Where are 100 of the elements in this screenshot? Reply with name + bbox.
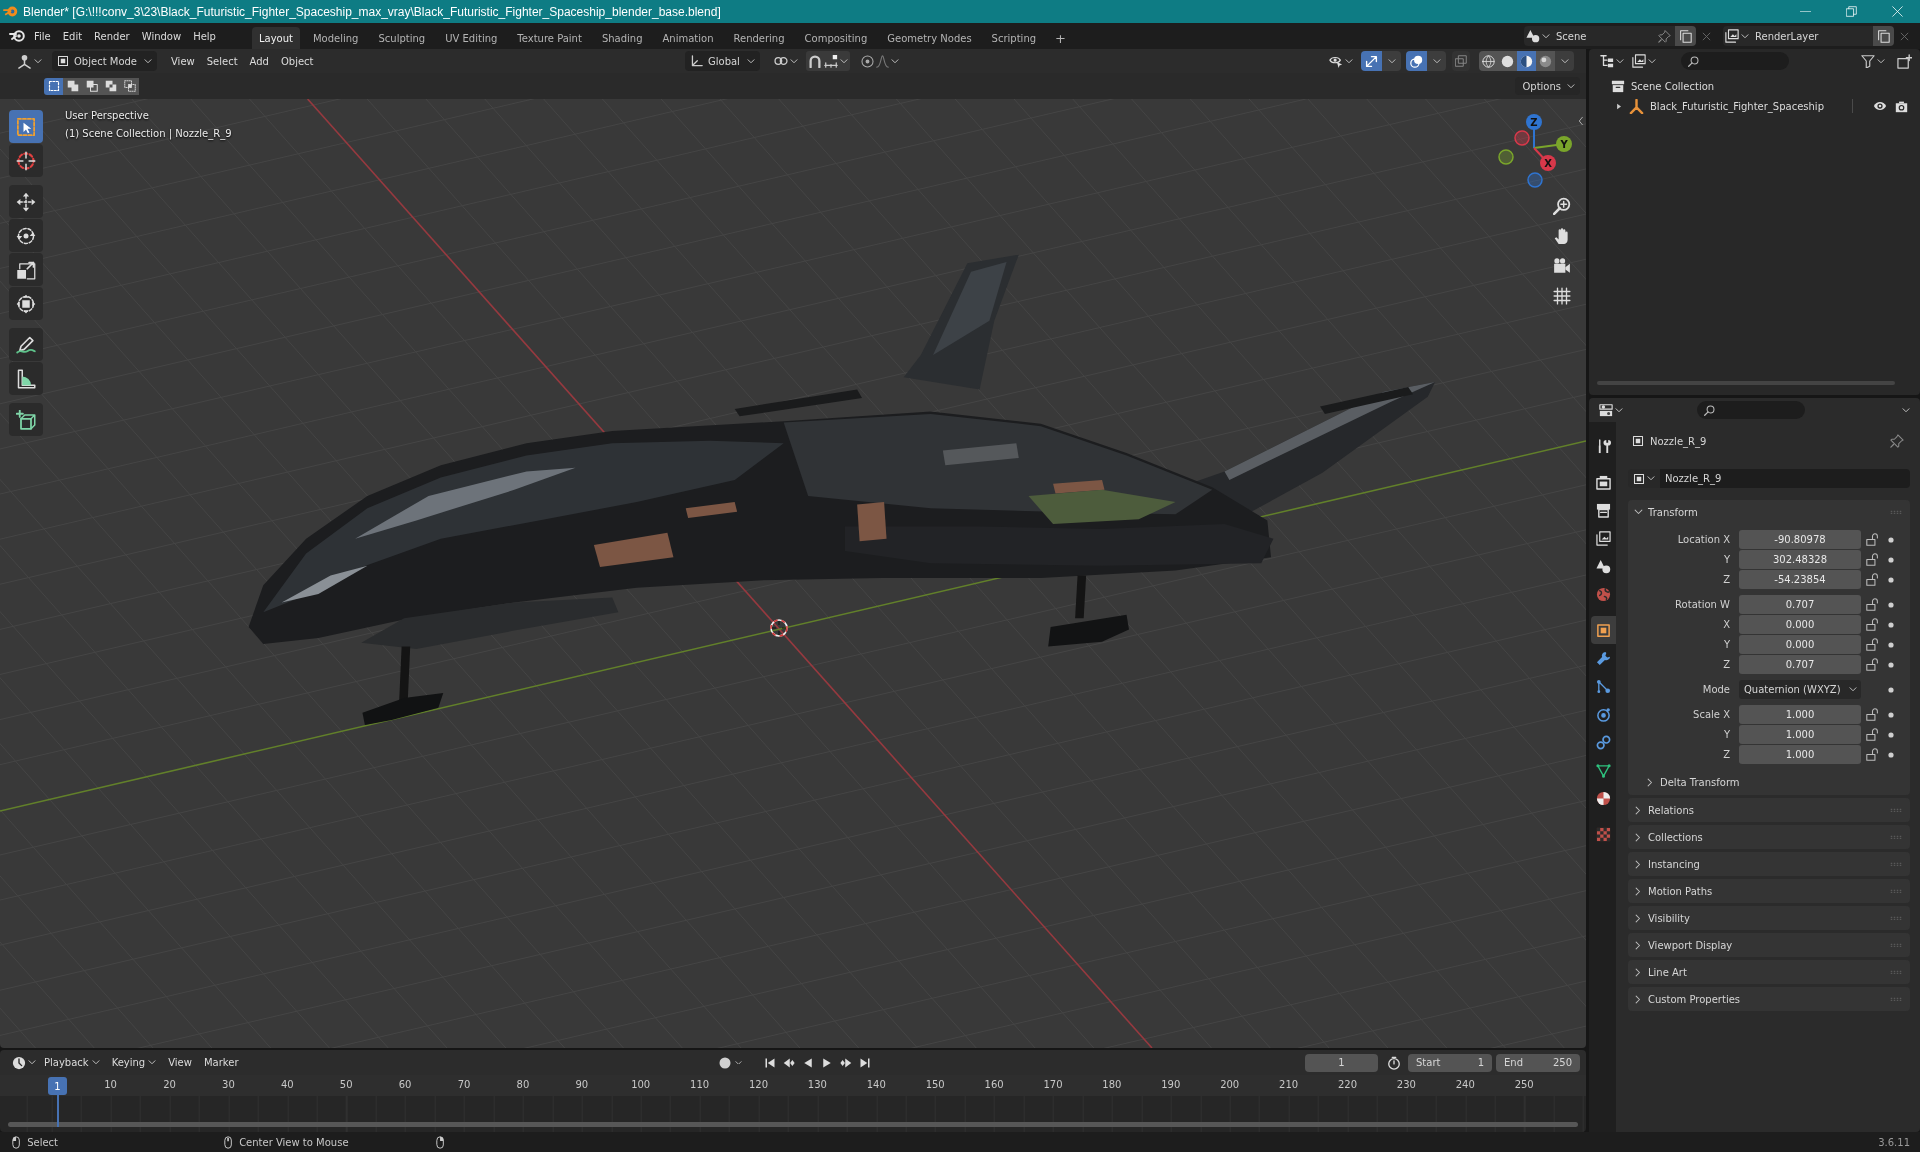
panel-header[interactable]: Visibility [1628,906,1890,930]
view-layer-filter-button[interactable] [1630,51,1658,71]
camera-icon[interactable] [1553,257,1571,275]
eye-icon[interactable] [1873,99,1887,113]
subpanel-header[interactable]: Delta Transform [1645,776,1740,788]
camera-icon[interactable] [1895,99,1908,113]
number-field[interactable]: 302.48328 [1739,550,1861,569]
workspace-tab[interactable]: Geometry Nodes [880,27,979,49]
scene-field[interactable]: Scene [1552,26,1675,46]
number-field[interactable]: 0.707 [1739,655,1861,674]
menu-item[interactable]: Add [243,51,275,71]
new-view-layer-button[interactable] [1873,26,1894,46]
number-field[interactable]: -90.80978 [1739,530,1861,549]
padlock-open-icon[interactable] [1866,598,1879,611]
overlay-toggle[interactable] [1406,51,1427,71]
negative-axis-button[interactable] [1498,149,1514,165]
number-field[interactable]: 1.000 [1739,705,1861,724]
tool-button[interactable] [9,328,43,361]
tool-button[interactable] [9,144,43,177]
menu-item[interactable]: File [28,26,57,46]
shading-mode-button[interactable] [1536,51,1555,71]
tool-button[interactable] [9,362,43,395]
menu-item[interactable]: Object [274,51,320,71]
padlock-open-icon[interactable] [1866,658,1879,671]
workspace-tab[interactable]: UV Editing [438,27,505,49]
tool-button[interactable] [9,185,43,218]
logo-icon[interactable] [9,28,25,44]
new-scene-button[interactable] [1675,26,1696,46]
workspace-tab[interactable]: Layout [251,27,300,49]
panel-header[interactable]: Line Art [1628,960,1890,984]
pin-icon[interactable] [1890,434,1904,448]
mode-dropdown[interactable]: Object Mode [52,51,157,71]
menu-item[interactable]: Edit [56,26,89,46]
selection-mode-button[interactable] [44,77,63,95]
workspace-tab[interactable]: Rendering [726,27,792,49]
zoom-icon[interactable] [1553,197,1571,215]
menu-item[interactable]: Keying [105,1052,163,1073]
number-field[interactable]: -54.23854 [1739,570,1861,589]
collection-label[interactable]: Scene Collection [1631,80,1715,92]
previous-keyframe-icon[interactable] [783,1056,795,1069]
panel-header[interactable]: Custom Properties [1628,987,1890,1011]
menu-item[interactable]: Window [135,26,188,46]
tool-button[interactable] [9,287,43,320]
view-layer-selector-button[interactable] [1723,26,1751,46]
tool-button[interactable] [9,253,43,286]
add-workspace-button[interactable]: + [1049,27,1072,49]
view-layer-field[interactable]: RenderLayer [1751,26,1873,46]
padlock-open-icon[interactable] [1866,533,1879,546]
workspace-tab[interactable]: Compositing [797,27,875,49]
selection-mode-button[interactable] [63,77,82,95]
padlock-open-icon[interactable] [1866,728,1879,741]
grid-icon[interactable] [1553,287,1571,305]
panel-header[interactable]: Transform [1628,500,1890,524]
workspace-tab[interactable]: Animation [655,27,721,49]
tool-button[interactable] [9,403,43,436]
panel-header[interactable]: Collections [1628,825,1890,849]
workspace-tab[interactable]: Texture Paint [510,27,589,49]
stopwatch-icon[interactable] [1387,1055,1401,1070]
orientation-dropdown[interactable]: Global [685,51,760,71]
padlock-open-icon[interactable] [1866,748,1879,761]
padlock-open-icon[interactable] [1866,553,1879,566]
workspace-tab[interactable]: Sculpting [371,27,433,49]
padlock-open-icon[interactable] [1866,708,1879,721]
end-frame-field[interactable]: End 250 [1496,1053,1580,1072]
padlock-open-icon[interactable] [1866,618,1879,631]
selection-mode-button[interactable] [120,77,139,95]
pin-icon[interactable] [1658,29,1671,43]
axis-button[interactable]: Y [1533,136,1572,152]
start-frame-field[interactable]: Start 1 [1408,1053,1492,1072]
axis-button[interactable]: Z [1526,114,1542,149]
tool-button[interactable] [9,219,43,252]
negative-axis-button[interactable] [1527,172,1543,188]
shading-mode-button[interactable] [1517,51,1536,71]
menu-item[interactable]: View [162,1052,198,1073]
number-field[interactable]: 1.000 [1739,725,1861,744]
workspace-tab[interactable]: Shading [594,27,650,49]
scene-selector-button[interactable] [1524,26,1552,46]
playhead[interactable]: 1 [48,1077,67,1127]
jump-to-end-icon[interactable] [859,1056,871,1069]
current-frame-field[interactable]: 1 [1305,1053,1378,1072]
scrollbar[interactable] [8,1122,1578,1127]
chevron-left-icon[interactable] [1578,116,1583,126]
shading-mode-button[interactable] [1498,51,1517,71]
menu-item[interactable]: Playback [38,1052,106,1073]
play-icon[interactable] [821,1056,833,1069]
gizmo-toggle[interactable] [1361,51,1382,71]
number-field[interactable]: 0.000 [1739,635,1861,654]
panel-header[interactable]: Motion Paths [1628,879,1890,903]
negative-axis-button[interactable] [1514,130,1530,146]
menu-item[interactable]: Marker [197,1052,245,1073]
menu-item[interactable]: Select [200,51,244,71]
padlock-open-icon[interactable] [1866,638,1879,651]
options-dropdown[interactable]: Options [1515,77,1580,95]
mode-dropdown[interactable]: Quaternion (WXYZ) [1739,680,1861,699]
number-field[interactable]: 0.000 [1739,615,1861,634]
search-field[interactable] [1697,401,1805,419]
name-field[interactable]: Nozzle_R_9 [1660,469,1910,488]
new-collection-icon[interactable] [1897,53,1912,69]
workspace-tab[interactable]: Scripting [984,27,1044,49]
panel-header[interactable]: Relations [1628,798,1890,822]
